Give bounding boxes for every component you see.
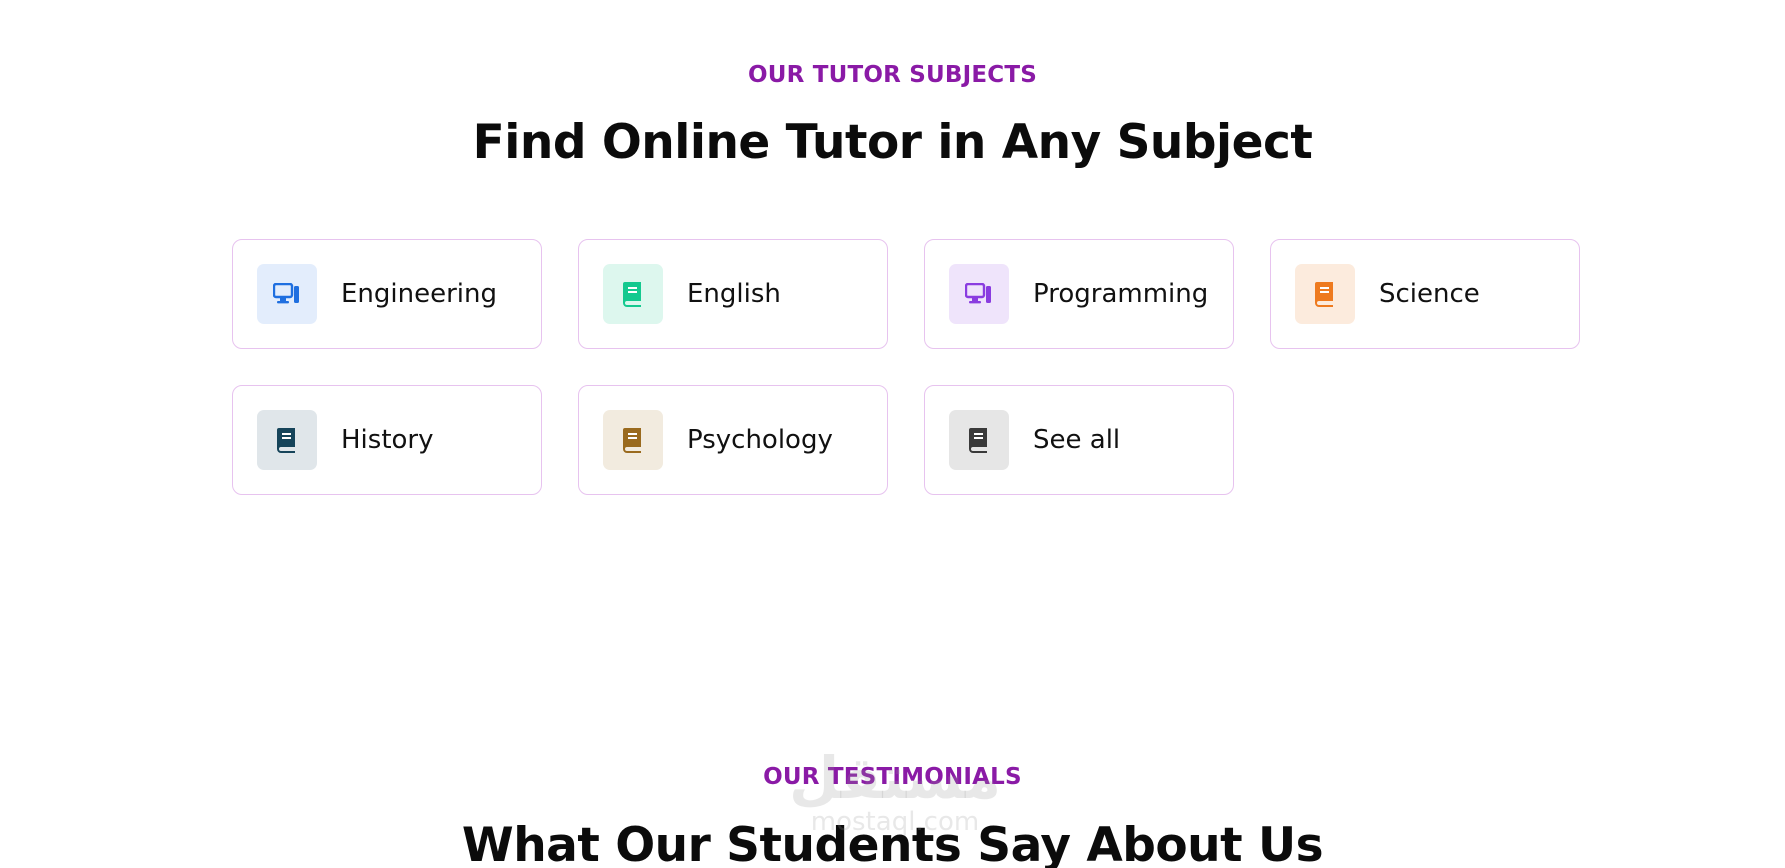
subjects-heading: Find Online Tutor in Any Subject — [472, 115, 1313, 170]
subject-label: History — [341, 425, 434, 455]
subject-card-english[interactable]: English — [578, 239, 888, 349]
subject-card-history[interactable]: History — [232, 385, 542, 495]
book-icon — [949, 410, 1009, 470]
subject-card-science[interactable]: Science — [1270, 239, 1580, 349]
see-all-card[interactable]: See all — [924, 385, 1234, 495]
subject-card-psychology[interactable]: Psychology — [578, 385, 888, 495]
subject-label: Engineering — [341, 279, 497, 309]
subject-label: Programming — [1033, 279, 1209, 309]
book-icon — [1295, 264, 1355, 324]
subjects-eyebrow: OUR TUTOR SUBJECTS — [747, 62, 1038, 88]
book-icon — [603, 410, 663, 470]
subject-card-programming[interactable]: Programming — [924, 239, 1234, 349]
subject-card-engineering[interactable]: Engineering — [232, 239, 542, 349]
computer-icon — [257, 264, 317, 324]
book-icon — [603, 264, 663, 324]
computer-icon — [949, 264, 1009, 324]
subject-label: Science — [1379, 279, 1480, 309]
see-all-label: See all — [1033, 425, 1121, 455]
testimonials-eyebrow: OUR TESTIMONIALS — [763, 764, 1022, 790]
subject-grid: Engineering English Programming Science … — [232, 239, 1580, 495]
subject-label: Psychology — [687, 425, 833, 455]
testimonials-heading: What Our Students Say About Us — [461, 818, 1324, 868]
subject-label: English — [687, 279, 781, 309]
book-icon — [257, 410, 317, 470]
